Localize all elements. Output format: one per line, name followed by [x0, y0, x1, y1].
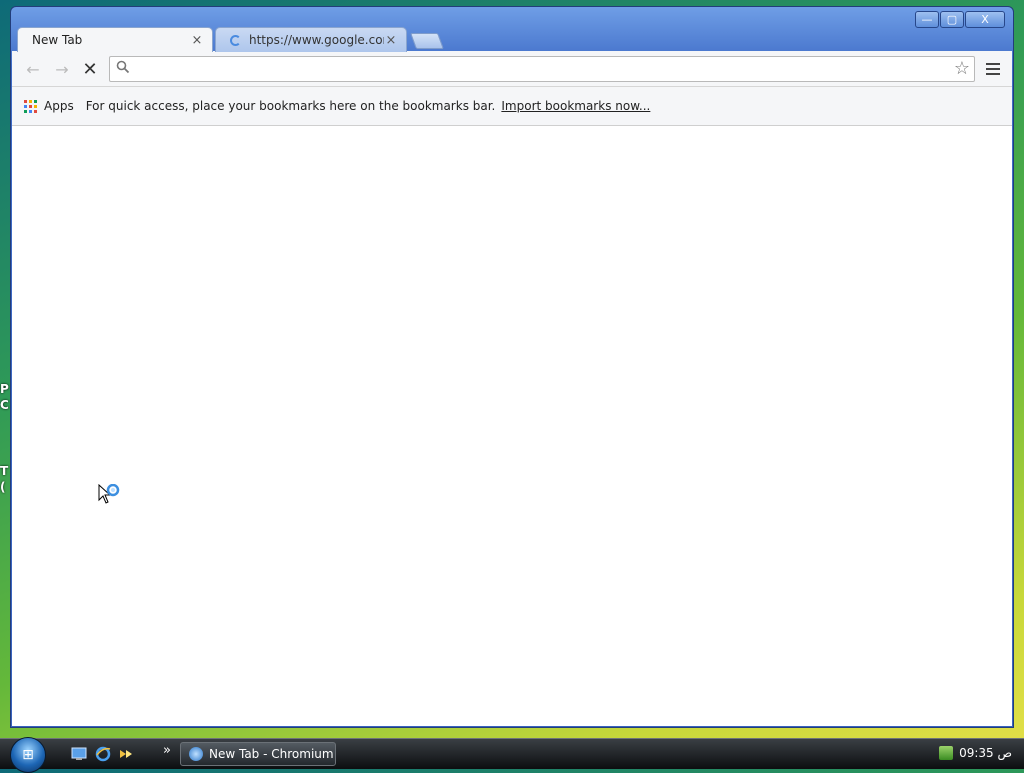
- menu-line-icon: [986, 68, 1000, 70]
- browser-window: — ▢ X New Tab × https://www.google.com ×…: [10, 6, 1014, 728]
- apps-shortcut[interactable]: Apps: [44, 99, 74, 113]
- menu-line-icon: [986, 63, 1000, 65]
- close-window-button[interactable]: X: [965, 11, 1005, 28]
- apps-grid-icon[interactable]: [24, 99, 37, 113]
- taskbar-button-label: New Tab - Chromium: [209, 747, 334, 761]
- forward-button[interactable]: →: [51, 58, 73, 80]
- chromium-icon: [189, 747, 203, 761]
- apps-grid-dot: [34, 99, 37, 103]
- tab-google[interactable]: https://www.google.com ×: [215, 27, 407, 52]
- search-icon: [116, 60, 130, 78]
- chrome-menu-button[interactable]: [984, 60, 1002, 78]
- desktop-icon-label-fragment: T: [0, 464, 9, 478]
- apps-grid-dot: [24, 99, 27, 103]
- taskbar-button-chromium[interactable]: New Tab - Chromium: [180, 742, 336, 766]
- back-button[interactable]: ←: [22, 58, 44, 80]
- loading-spinner-icon: [230, 34, 241, 46]
- desktop-icon-label-fragment: (: [0, 480, 6, 494]
- bookmark-star-icon[interactable]: ☆: [954, 58, 970, 79]
- taskbar: ⊞ » New Tab - Chromium 09:35 ص: [0, 737, 1024, 773]
- stop-loading-button[interactable]: ✕: [79, 58, 101, 80]
- window-caption-buttons: — ▢ X: [915, 11, 1005, 28]
- page-content[interactable]: [12, 126, 1012, 726]
- tab-close-icon[interactable]: ×: [190, 33, 204, 48]
- apps-grid-dot: [29, 109, 32, 113]
- browser-toolbar: ← → ✕ ☆: [12, 51, 1012, 87]
- omnibox[interactable]: ☆: [109, 56, 975, 82]
- show-desktop-icon[interactable]: [70, 745, 88, 763]
- tab-new-tab[interactable]: New Tab ×: [17, 27, 213, 52]
- desktop-icon-label-fragment: P: [0, 382, 9, 396]
- bookmarks-hint-text: For quick access, place your bookmarks h…: [85, 99, 496, 113]
- menu-line-icon: [986, 73, 1000, 75]
- apps-grid-dot: [29, 104, 32, 108]
- new-tab-button[interactable]: [410, 33, 444, 49]
- apps-grid-dot: [29, 99, 32, 103]
- desktop-icon-label-fragment: C: [0, 398, 9, 412]
- minimize-button[interactable]: —: [915, 11, 939, 28]
- apps-grid-dot: [34, 104, 37, 108]
- busy-cursor-icon: [98, 483, 122, 511]
- ie-icon[interactable]: [94, 745, 112, 763]
- system-tray: 09:35 ص: [939, 746, 1012, 760]
- quick-launch-more-icon[interactable]: »: [158, 741, 176, 759]
- tab-title: New Tab: [32, 33, 83, 47]
- import-bookmarks-link[interactable]: Import bookmarks now...: [501, 99, 650, 113]
- media-icon[interactable]: [117, 745, 135, 763]
- clock[interactable]: 09:35 ص: [959, 746, 1012, 760]
- address-input[interactable]: [136, 59, 940, 81]
- apps-grid-dot: [24, 109, 27, 113]
- tab-title: https://www.google.com: [249, 33, 384, 47]
- tab-strip: New Tab × https://www.google.com ×: [17, 27, 1007, 52]
- apps-grid-dot: [24, 104, 27, 108]
- network-icon[interactable]: [939, 746, 954, 760]
- bookmarks-bar: Apps For quick access, place your bookma…: [12, 87, 1012, 126]
- apps-grid-dot: [34, 109, 37, 113]
- tab-close-icon[interactable]: ×: [384, 33, 398, 48]
- maximize-button[interactable]: ▢: [940, 11, 964, 28]
